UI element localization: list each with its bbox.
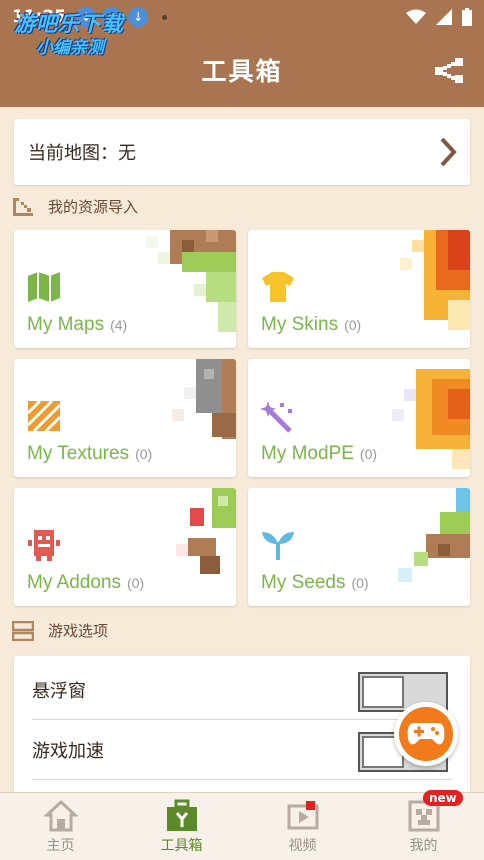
share-icon[interactable]	[433, 56, 465, 84]
resources-section-label: 我的资源导入	[48, 198, 139, 216]
my-textures-count: (0)	[135, 446, 153, 462]
settings-list-icon	[12, 620, 34, 641]
my-maps-label: My Maps	[27, 314, 105, 335]
lava-decoration	[400, 230, 470, 330]
app-header: 11:25 ↓ ↓ ↓ 游吧乐下载 小编亲测 工具箱	[0, 0, 484, 107]
nav-toolbox[interactable]: 工具箱	[121, 793, 242, 860]
new-badge: new	[423, 790, 463, 806]
mixed-block-decoration	[176, 488, 236, 574]
current-map-row[interactable]: 当前地图：无	[14, 119, 470, 185]
gamepad-icon	[407, 723, 445, 745]
import-icon	[13, 197, 33, 216]
home-icon	[43, 799, 78, 832]
my-maps-count: (4)	[110, 317, 128, 333]
my-modpe-label: My ModPE	[261, 443, 354, 464]
dirt-grass-decoration	[398, 488, 470, 582]
grass-block-decoration	[146, 230, 236, 332]
download-icon: ↓	[128, 7, 149, 27]
magic-wand-icon	[260, 401, 292, 433]
video-notification-dot	[306, 801, 315, 810]
gamepad-fab-button[interactable]	[394, 702, 458, 766]
bottom-navigation: 主页 工具箱 视频 new 我的	[0, 790, 484, 860]
options-section-label: 游戏选项	[48, 622, 109, 640]
nav-mine[interactable]: new 我的	[363, 790, 484, 860]
chevron-right-icon	[440, 137, 457, 167]
my-textures-card[interactable]: My Textures (0)	[14, 359, 236, 477]
stone-decoration	[172, 359, 236, 439]
toolbox-icon	[166, 799, 197, 831]
my-skins-count: (0)	[344, 317, 362, 333]
nav-video-label: 视频	[288, 838, 317, 854]
signal-icon	[436, 9, 452, 25]
my-addons-count: (0)	[127, 575, 145, 591]
game-speed-row: 游戏加速	[32, 720, 452, 780]
nav-video[interactable]: 视频	[242, 793, 363, 860]
my-skins-label: My Skins	[261, 314, 339, 335]
my-addons-label: My Addons	[27, 572, 121, 593]
tshirt-icon	[262, 272, 294, 302]
battery-icon	[462, 8, 472, 26]
texture-icon	[26, 399, 62, 433]
my-maps-card[interactable]: My Maps (4)	[14, 230, 236, 348]
map-icon	[28, 272, 60, 302]
my-modpe-card[interactable]: My ModPE (0)	[248, 359, 470, 477]
my-addons-card[interactable]: My Addons (0)	[14, 488, 236, 606]
floating-window-label: 悬浮窗	[32, 680, 86, 702]
my-seeds-count: (0)	[351, 575, 369, 591]
my-modpe-count: (0)	[359, 446, 378, 462]
game-speed-label: 游戏加速	[32, 740, 104, 762]
notification-dot-icon	[162, 14, 168, 20]
nav-toolbox-label: 工具箱	[160, 838, 203, 854]
nav-home-label: 主页	[46, 838, 75, 854]
options-section-header: 游戏选项	[12, 620, 108, 641]
my-textures-label: My Textures	[27, 443, 130, 464]
my-seeds-label: My Seeds	[261, 572, 346, 593]
wifi-icon	[406, 9, 426, 24]
fire-decoration	[392, 369, 470, 469]
resources-section-header: 我的资源导入	[12, 196, 138, 217]
nav-home[interactable]: 主页	[0, 793, 121, 860]
robot-icon	[28, 530, 60, 561]
floating-window-row: 悬浮窗	[32, 660, 452, 720]
nav-mine-label: 我的	[409, 838, 438, 854]
page-title: 工具箱	[201, 57, 283, 86]
current-map-label: 当前地图：无	[28, 143, 136, 164]
sprout-icon	[262, 532, 294, 560]
my-skins-card[interactable]: My Skins (0)	[248, 230, 470, 348]
my-seeds-card[interactable]: My Seeds (0)	[248, 488, 470, 606]
